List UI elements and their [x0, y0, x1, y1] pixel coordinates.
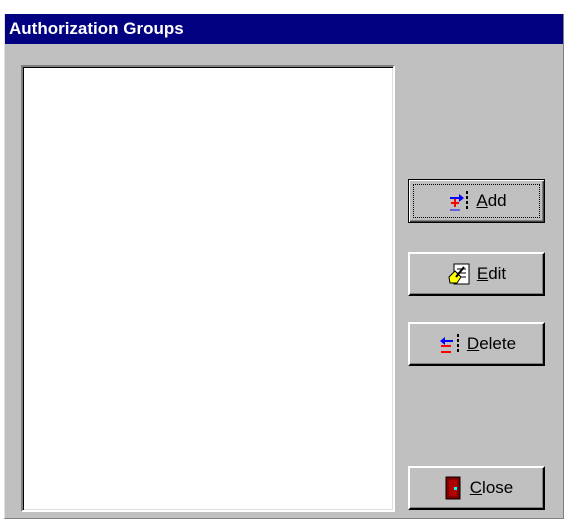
authorization-groups-dialog: Authorization Groups Add Edit D elete C …	[4, 14, 564, 519]
door-exit-icon	[445, 476, 461, 500]
delete-record-icon	[439, 334, 459, 353]
edit-button-label: Edit	[476, 264, 507, 283]
close-button[interactable]: Close	[408, 466, 545, 510]
edit-document-icon	[448, 263, 470, 285]
focus-rectangle	[413, 184, 540, 218]
title-bar[interactable]: Authorization Groups	[5, 14, 563, 44]
delete-button-label: Delete	[466, 334, 517, 353]
delete-button[interactable]: Delete	[408, 322, 545, 366]
close-button-label: Close	[469, 478, 514, 497]
edit-button[interactable]: Edit	[408, 252, 545, 296]
authorization-groups-list[interactable]	[21, 65, 395, 512]
add-button[interactable]: Add	[408, 179, 545, 223]
window-title: Authorization Groups	[9, 19, 184, 38]
